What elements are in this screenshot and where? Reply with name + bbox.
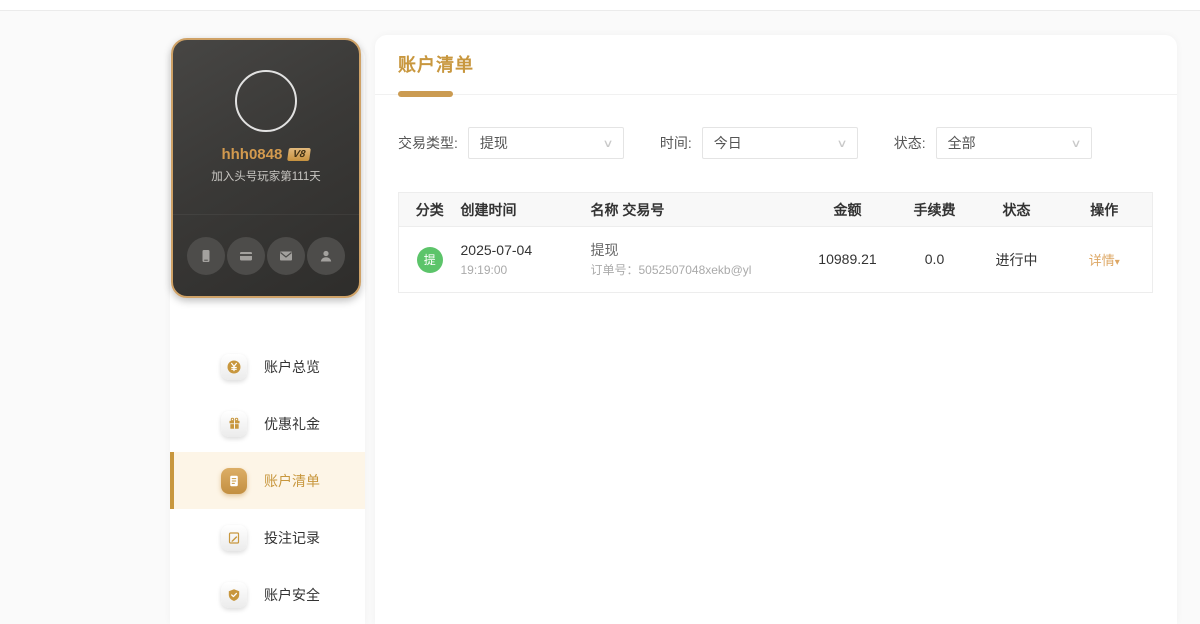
- time-select[interactable]: 今日 ∨: [701, 127, 858, 159]
- created-date: 2025-07-04: [460, 242, 533, 258]
- header-fee: 手续费: [892, 192, 977, 227]
- gift-icon: [221, 410, 247, 437]
- sidebar-item-label: 优惠礼金: [264, 415, 320, 432]
- transaction-type-select[interactable]: 提现 ∨: [467, 127, 624, 159]
- bet-record-icon: [221, 524, 247, 551]
- sidebar-item-bet-records[interactable]: 投注记录: [170, 509, 365, 566]
- caret-down-icon: ▾: [1114, 256, 1120, 268]
- amount-value: 10989.21: [818, 250, 877, 267]
- mail-icon[interactable]: [267, 237, 305, 275]
- table-row: 提 2025-07-04 19:19:00 提现 订单号：5052507048x…: [398, 226, 1153, 293]
- title-underline: [375, 91, 1177, 97]
- sidebar-item-label: 账户总览: [264, 358, 320, 375]
- bank-card-icon[interactable]: [227, 237, 265, 275]
- sidebar-item-account-overview[interactable]: 账户总览: [170, 338, 365, 395]
- coin-icon: [221, 353, 247, 380]
- sidebar-item-label: 投注记录: [264, 529, 320, 546]
- header-status: 状态: [976, 192, 1057, 227]
- header-amount: 金额: [802, 192, 893, 227]
- header-created-time: 创建时间: [460, 192, 591, 227]
- status-select[interactable]: 全部 ∨: [935, 127, 1092, 159]
- transaction-name: 提现: [590, 242, 619, 258]
- filter-label: 时间:: [659, 135, 692, 151]
- status-value: 进行中: [995, 251, 1038, 268]
- join-days-text: 加入头号玩家第111天: [211, 171, 321, 183]
- sidebar-item-bonus[interactable]: 优惠礼金: [170, 395, 365, 452]
- order-number: 订单号：5052507048xekb@yl: [590, 263, 752, 277]
- top-bar: [0, 0, 1200, 11]
- sidebar-item-account-security[interactable]: 账户安全: [170, 566, 365, 623]
- fee-value: 0.0: [924, 250, 945, 267]
- profile-icon[interactable]: [307, 237, 345, 275]
- filter-time: 时间: 今日 ∨: [660, 127, 858, 159]
- chevron-down-icon: ∨: [602, 137, 614, 150]
- created-time: 19:19:00: [460, 263, 508, 277]
- chevron-down-icon: ∨: [1069, 137, 1082, 150]
- sidebar-item-account-statement[interactable]: 账户清单: [170, 452, 365, 509]
- details-link[interactable]: 详情▾: [1089, 253, 1120, 268]
- header-name-transaction: 名称 交易号: [590, 192, 803, 227]
- statement-icon: [221, 467, 247, 494]
- main-content-panel: 账户清单 交易类型: 提现 ∨ 时间: 今日 ∨ 状态: 全部 ∨ 分类 创建时…: [375, 35, 1177, 624]
- filter-status: 状态: 全部 ∨: [894, 127, 1092, 159]
- header-action: 操作: [1056, 192, 1153, 227]
- filter-label: 交易类型:: [398, 135, 458, 151]
- filter-bar: 交易类型: 提现 ∨ 时间: 今日 ∨ 状态: 全部 ∨: [398, 127, 1177, 159]
- sidebar-nav: 账户总览 优惠礼金 账户清单 投注记录 账户安全: [170, 338, 365, 623]
- withdraw-badge: 提: [416, 246, 443, 273]
- statement-table: 分类 创建时间 名称 交易号 金额 手续费 状态 操作 提 2025-07-04…: [398, 192, 1153, 293]
- username: hhh0848: [221, 146, 283, 163]
- vip-level-badge: V8: [287, 148, 312, 161]
- filter-transaction-type: 交易类型: 提现 ∨: [398, 127, 624, 159]
- chevron-down-icon: ∨: [836, 137, 848, 150]
- table-header-row: 分类 创建时间 名称 交易号 金额 手续费 状态 操作: [398, 192, 1153, 227]
- header-category: 分类: [398, 192, 461, 227]
- sidebar-item-label: 账户安全: [264, 586, 320, 603]
- sidebar-item-label: 账户清单: [264, 472, 320, 489]
- page-title: 账户清单: [398, 55, 474, 75]
- avatar: [235, 70, 297, 132]
- user-profile-card: hhh0848 V8 加入头号玩家第111天: [171, 38, 361, 298]
- phone-icon[interactable]: [187, 237, 225, 275]
- shield-icon: [221, 581, 247, 608]
- filter-label: 状态:: [893, 135, 926, 151]
